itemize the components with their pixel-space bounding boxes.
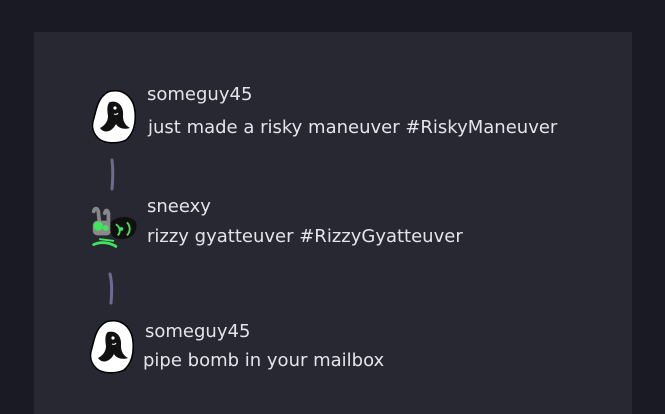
post: someguy45 just made a risky maneuver #Ri… <box>34 84 594 144</box>
post-message: pipe bomb in your mailbox <box>143 350 385 371</box>
thread-panel: someguy45 just made a risky maneuver #Ri… <box>34 32 632 414</box>
creature-avatar-icon[interactable] <box>90 200 138 256</box>
ghost-avatar-icon[interactable] <box>90 88 138 144</box>
post: someguy45 pipe bomb in your mailbox <box>34 318 594 381</box>
post-username[interactable]: someguy45 <box>145 321 250 343</box>
post-message: rizzy gyatteuver #RizzyGyatteuver <box>147 226 463 247</box>
post-message: just made a risky maneuver #RiskyManeuve… <box>148 117 558 138</box>
post-username[interactable]: someguy45 <box>147 84 252 106</box>
post: sneexy rizzy gyatteuver #RizzyGyatteuver <box>34 196 594 256</box>
thread-connector <box>110 158 115 191</box>
ghost-avatar-icon[interactable] <box>88 318 136 374</box>
post-username[interactable]: sneexy <box>147 196 211 218</box>
thread-connector <box>108 272 114 305</box>
